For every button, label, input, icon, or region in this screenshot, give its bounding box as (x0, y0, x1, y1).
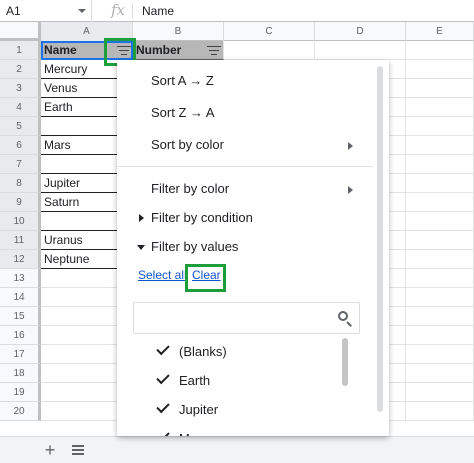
table-row: 1 Name Number (0, 41, 474, 60)
cell-e16[interactable] (406, 326, 474, 345)
formula-bar: A1 fx Name (0, 0, 474, 22)
cell-e13[interactable] (406, 269, 474, 288)
filter-value-item[interactable]: Jupiter (117, 395, 337, 424)
checkmark-icon[interactable] (156, 370, 170, 385)
row-header[interactable]: 8 (0, 174, 41, 193)
row-header[interactable]: 15 (0, 307, 41, 326)
search-icon[interactable] (337, 310, 353, 327)
clear-link-highlight (185, 264, 226, 292)
cell-e14[interactable] (406, 288, 474, 307)
menu-scrollbar[interactable] (377, 66, 383, 412)
select-all-corner[interactable] (0, 22, 41, 41)
row-header[interactable]: 20 (0, 402, 41, 421)
cell-e5[interactable] (406, 117, 474, 136)
cell-e1[interactable] (406, 41, 474, 60)
all-sheets-button[interactable] (68, 440, 88, 460)
row-header[interactable]: 18 (0, 364, 41, 383)
cell-e17[interactable] (406, 345, 474, 364)
cell-e10[interactable] (406, 212, 474, 231)
function-icon: fx (110, 1, 125, 19)
sort-z-a-label: Sort Z → A (151, 105, 215, 120)
row-header[interactable]: 12 (0, 250, 41, 269)
row-header[interactable]: 3 (0, 79, 41, 98)
filter-by-condition-label: Filter by condition (151, 210, 253, 225)
cell-e8[interactable] (406, 174, 474, 193)
add-sheet-button[interactable]: + (40, 440, 60, 460)
filter-by-color-label: Filter by color (151, 181, 230, 196)
sort-by-color-item[interactable]: Sort by color (117, 130, 367, 160)
filter-by-values-item[interactable]: Filter by values (117, 232, 367, 262)
cell-e18[interactable] (406, 364, 474, 383)
cell-e6[interactable] (406, 136, 474, 155)
filter-value-label: Mars (179, 431, 208, 436)
filter-by-values-label: Filter by values (151, 239, 239, 254)
filter-value-item[interactable]: Mars (117, 424, 337, 436)
row-header[interactable]: 5 (0, 117, 41, 136)
cell-e20[interactable] (406, 402, 474, 421)
cell-e2[interactable] (406, 60, 474, 79)
checkmark-icon[interactable] (156, 341, 170, 356)
formula-divider (132, 3, 133, 19)
header-label: Name (44, 43, 77, 57)
row-header[interactable]: 17 (0, 345, 41, 364)
row-header[interactable]: 16 (0, 326, 41, 345)
filter-value-item[interactable]: (Blanks) (117, 337, 337, 366)
checkmark-icon[interactable] (156, 399, 170, 414)
sort-a-z-label: Sort A → Z (151, 73, 214, 88)
row-header[interactable]: 9 (0, 193, 41, 212)
cell-d1[interactable] (315, 41, 406, 60)
values-search-input[interactable] (140, 309, 330, 329)
cell-e7[interactable] (406, 155, 474, 174)
expand-right-icon (139, 214, 144, 222)
sheet-tab-bar: + (0, 436, 474, 463)
values-search-box (133, 302, 360, 334)
row-header[interactable]: 14 (0, 288, 41, 307)
cell-e4[interactable] (406, 98, 474, 117)
filter-value-label: Earth (179, 373, 211, 388)
filter-menu: Sort A → Z Sort Z → A Sort by color Filt… (117, 60, 389, 436)
column-header-b[interactable]: B (133, 22, 224, 41)
row-header[interactable]: 4 (0, 98, 41, 117)
row-header[interactable]: 10 (0, 212, 41, 231)
row-header[interactable]: 11 (0, 231, 41, 250)
sort-by-color-label: Sort by color (151, 137, 224, 152)
cell-reference: A1 (6, 4, 21, 18)
chevron-down-icon[interactable] (78, 9, 86, 13)
select-all-link[interactable]: Select all (138, 268, 187, 282)
row-header[interactable]: 1 (0, 41, 41, 60)
cell-b1[interactable]: Number (133, 41, 224, 60)
row-header[interactable]: 19 (0, 383, 41, 402)
cell-e15[interactable] (406, 307, 474, 326)
menu-divider (117, 166, 373, 167)
filter-value-label: (Blanks) (179, 344, 227, 359)
column-header-e[interactable]: E (406, 22, 474, 41)
filter-by-condition-item[interactable]: Filter by condition (117, 203, 367, 233)
cell-e12[interactable] (406, 250, 474, 269)
column-header-d[interactable]: D (315, 22, 406, 41)
chevron-right-icon (348, 186, 353, 194)
column-headers: A B C D E (0, 22, 474, 41)
checkmark-icon[interactable] (156, 428, 170, 436)
row-header[interactable]: 2 (0, 60, 41, 79)
filter-value-label: Jupiter (179, 402, 219, 417)
chevron-right-icon (348, 142, 353, 150)
sort-a-z-item[interactable]: Sort A → Z (117, 66, 367, 96)
header-label: Number (136, 43, 182, 57)
cell-e19[interactable] (406, 383, 474, 402)
cell-e9[interactable] (406, 193, 474, 212)
values-scrollbar[interactable] (342, 338, 348, 386)
filter-by-color-item[interactable]: Filter by color (117, 174, 367, 204)
cell-e3[interactable] (406, 79, 474, 98)
filter-value-item[interactable]: Earth (117, 366, 337, 395)
filter-icon[interactable] (207, 44, 221, 56)
row-header[interactable]: 7 (0, 155, 41, 174)
column-header-c[interactable]: C (224, 22, 315, 41)
cell-e11[interactable] (406, 231, 474, 250)
row-header[interactable]: 6 (0, 136, 41, 155)
formula-input[interactable]: Name (142, 0, 174, 22)
cell-c1[interactable] (224, 41, 315, 60)
sort-z-a-item[interactable]: Sort Z → A (117, 98, 367, 128)
row-header[interactable]: 13 (0, 269, 41, 288)
expand-down-icon (137, 245, 145, 250)
